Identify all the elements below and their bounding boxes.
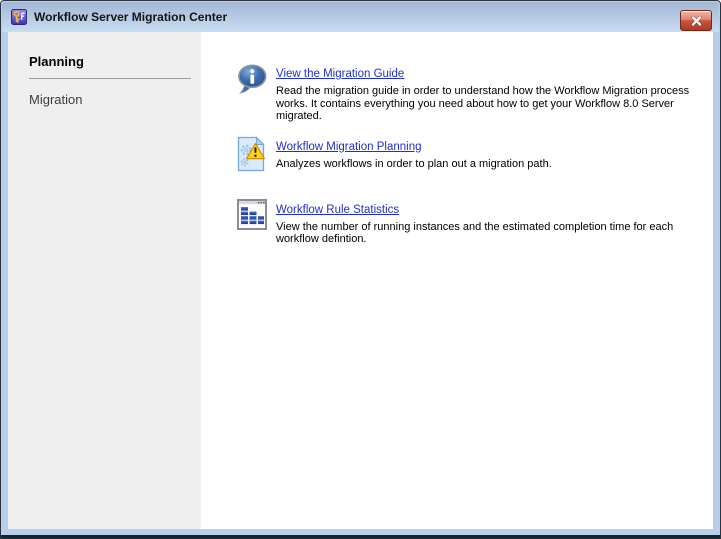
window-bottom-edge (1, 535, 720, 538)
sidebar: Planning Migration (8, 32, 201, 529)
task-item-migration-planning: Workflow Migration Planning Analyzes wor… (237, 135, 695, 172)
workflow-gears-warning-icon (237, 135, 267, 172)
link-workflow-migration-planning[interactable]: Workflow Migration Planning (276, 141, 422, 153)
task-item-migration-guide: View the Migration Guide Read the migrat… (237, 63, 695, 123)
task-item-rule-statistics: Workflow Rule Statistics View the number… (237, 198, 695, 246)
workflow-key-app-icon (11, 9, 27, 25)
window-title: Workflow Server Migration Center (34, 10, 228, 24)
task-item-description: Read the migration guide in order to und… (276, 85, 690, 122)
task-item-description: View the number of running instances and… (276, 220, 674, 246)
bar-chart-window-icon (237, 198, 267, 230)
sidebar-item-planning[interactable]: Planning (29, 54, 201, 69)
task-item-body: View the Migration Guide Read the migrat… (276, 63, 695, 123)
main-panel: View the Migration Guide Read the migrat… (201, 32, 713, 529)
link-view-migration-guide[interactable]: View the Migration Guide (276, 68, 404, 80)
sidebar-item-migration[interactable]: Migration (29, 92, 201, 107)
task-item-body: Workflow Migration Planning Analyzes wor… (276, 136, 552, 171)
info-balloon-icon (237, 63, 267, 94)
link-workflow-rule-statistics[interactable]: Workflow Rule Statistics (276, 204, 399, 216)
client-area: Planning Migration View the Migration Gu… (8, 32, 713, 529)
task-item-description: Analyzes workflows in order to plan out … (276, 157, 552, 170)
sidebar-separator (29, 78, 191, 79)
app-window: Workflow Server Migration Center Plannin… (0, 0, 721, 539)
title-bar[interactable]: Workflow Server Migration Center (2, 2, 719, 32)
close-icon (690, 15, 702, 26)
task-item-body: Workflow Rule Statistics View the number… (276, 199, 695, 246)
close-button[interactable] (680, 10, 712, 31)
